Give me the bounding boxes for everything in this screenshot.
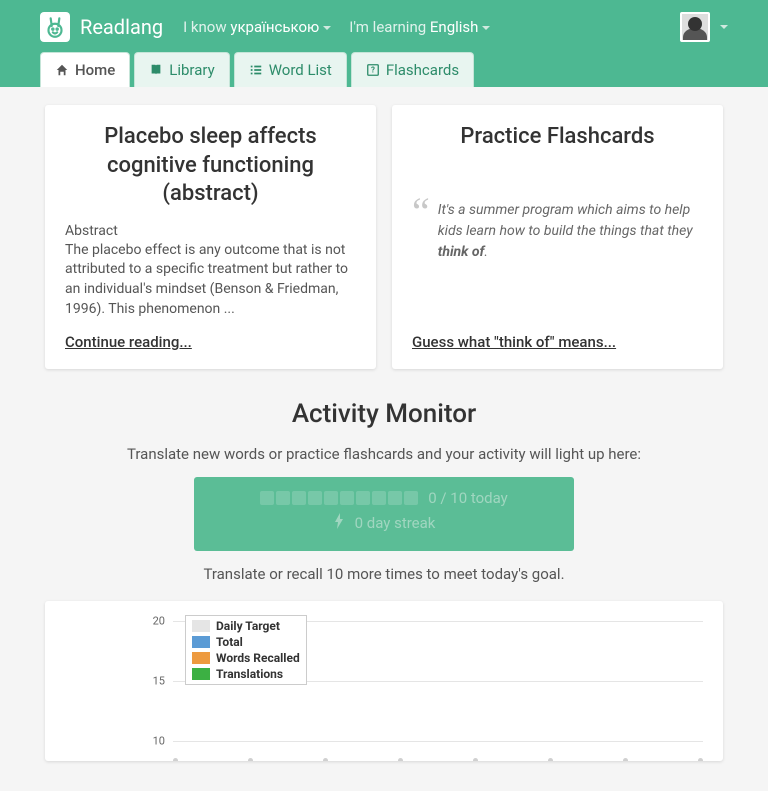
progress-squares <box>260 491 418 505</box>
learning-prefix: I'm learning <box>349 18 430 36</box>
brand-name: Readlang <box>80 15 163 39</box>
legend-item: Total <box>192 634 300 650</box>
question-card-icon: ? <box>366 63 380 77</box>
tab-home-label: Home <box>75 61 115 79</box>
tab-wordlist[interactable]: Word List <box>234 52 347 87</box>
guess-meaning-link[interactable]: Guess what "think of" means... <box>412 333 703 351</box>
flashcard-title: Practice Flashcards <box>412 123 703 152</box>
main-tabs: Home Library Word List ? Flashcards <box>40 52 728 87</box>
progress-text: 0 / 10 today <box>428 489 508 507</box>
streak-text: 0 day streak <box>355 514 436 532</box>
flashcard-card: Practice Flashcards “ It's a summer prog… <box>392 105 723 369</box>
legend-item: Translations <box>192 666 300 682</box>
tab-library[interactable]: Library <box>134 52 229 87</box>
avatar <box>680 12 710 42</box>
bunny-icon <box>40 12 70 42</box>
user-menu[interactable] <box>680 12 728 42</box>
activity-chart: 20 15 10 Daily TargetTotalWords Recalled… <box>45 601 723 761</box>
abstract-text: The placebo effect is any outcome that i… <box>65 241 356 319</box>
tab-wordlist-label: Word List <box>269 61 332 79</box>
home-icon <box>55 63 69 77</box>
i-know-language-selector[interactable]: I know українською <box>183 18 331 36</box>
tab-flashcards[interactable]: ? Flashcards <box>351 52 474 87</box>
bolt-icon <box>333 513 345 533</box>
learning-language: English <box>430 18 479 36</box>
continue-reading-link[interactable]: Continue reading... <box>65 333 356 351</box>
reading-card: Placebo sleep affects cognitive function… <box>45 105 376 369</box>
chart-y-axis: 20 15 10 <box>145 601 169 761</box>
activity-title: Activity Monitor <box>45 399 723 429</box>
tab-flashcards-label: Flashcards <box>386 61 459 79</box>
learning-language-selector[interactable]: I'm learning English <box>349 18 490 36</box>
caret-down-icon <box>720 25 728 29</box>
i-know-language: українською <box>230 18 319 36</box>
brand-logo[interactable]: Readlang <box>40 12 163 42</box>
abstract-label: Abstract <box>65 223 356 239</box>
tab-home[interactable]: Home <box>40 52 130 87</box>
goal-text: Translate or recall 10 more times to mee… <box>45 565 723 583</box>
list-icon <box>249 63 263 77</box>
activity-stat-box: 0 / 10 today 0 day streak <box>194 477 574 551</box>
caret-down-icon <box>323 26 331 30</box>
caret-down-icon <box>482 26 490 30</box>
legend-item: Daily Target <box>192 618 300 634</box>
quote-icon: “ <box>412 200 430 263</box>
activity-subtitle: Translate new words or practice flashcar… <box>45 445 723 463</box>
flashcard-quote: It's a summer program which aims to help… <box>438 200 703 263</box>
legend-item: Words Recalled <box>192 650 300 666</box>
tab-library-label: Library <box>169 61 214 79</box>
book-icon <box>149 63 163 77</box>
svg-text:?: ? <box>371 66 375 75</box>
i-know-prefix: I know <box>183 18 230 36</box>
chart-legend: Daily TargetTotalWords RecalledTranslati… <box>185 615 307 685</box>
reading-title: Placebo sleep affects cognitive function… <box>65 123 356 209</box>
